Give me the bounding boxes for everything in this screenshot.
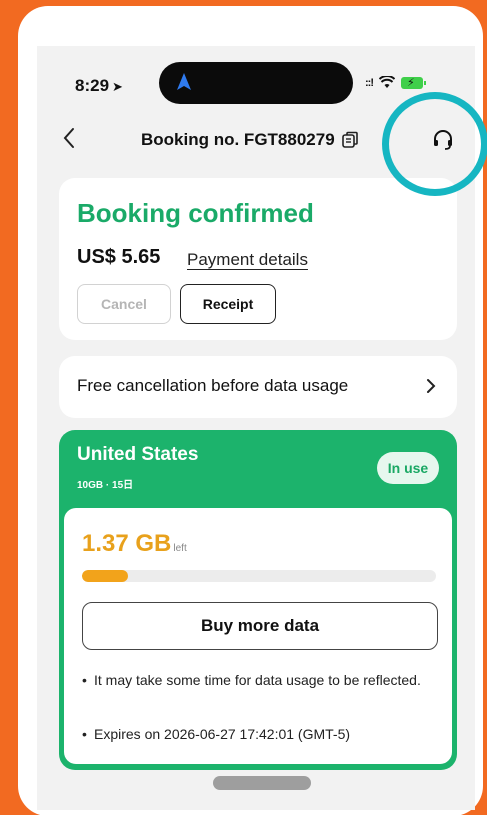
highlight-ring [382, 92, 487, 196]
cancellation-policy-text: Free cancellation before data usage [77, 376, 349, 395]
remaining-data-value: 1.37 GB [82, 530, 172, 557]
location-arrow-icon: ➤ [112, 79, 123, 94]
navigation-icon [177, 73, 191, 90]
status-badge: In use [377, 452, 439, 484]
expiry-note: Expires on 2026-06-27 17:42:01 (GMT-5) [82, 724, 442, 744]
plan-details: 10GB · 15日 [77, 480, 134, 491]
cancel-button[interactable]: Cancel [77, 284, 171, 324]
page-title: Booking no. FGT880279 [141, 130, 335, 149]
home-indicator[interactable] [213, 776, 311, 790]
back-icon[interactable] [61, 126, 77, 150]
status-time: 8:29 ➤ [75, 76, 123, 96]
data-usage-panel: 1.37 GBleft Buy more data It may take so… [64, 508, 452, 764]
wifi-icon [379, 76, 395, 88]
plan-country: United States [77, 444, 199, 465]
payment-details-link[interactable]: Payment details [187, 250, 308, 270]
data-usage-bar-fill [82, 570, 129, 582]
data-usage-bar [82, 570, 436, 582]
header-title-row: Booking no. FGT880279 [141, 130, 359, 150]
price: US$ 5.65 [77, 246, 161, 268]
copy-icon[interactable] [341, 131, 359, 149]
remaining-data-label: left [173, 543, 187, 554]
chevron-right-icon [427, 379, 436, 393]
remaining-data: 1.37 GB left [82, 530, 187, 558]
receipt-button[interactable]: Receipt [180, 284, 276, 324]
data-plan-card: United States 10GB · 15日 In use 1.37 GB l… [59, 430, 457, 770]
status-icons: ::! ⚡ [365, 76, 426, 89]
cellular-signal-icon: ::! [365, 76, 374, 89]
buy-more-data-button[interactable]: Buy more data [82, 602, 438, 650]
time-text: 8:29 [75, 76, 110, 95]
usage-delay-note: It may take some time for data usage to … [82, 670, 442, 690]
booking-status-title: Booking confirmed [77, 198, 314, 228]
dynamic-island [159, 62, 353, 104]
cancellation-policy-row[interactable]: Free cancellation before data usage [59, 356, 457, 418]
booking-status-card: Booking confirmed US$ 5.65 Payment detai… [59, 178, 457, 340]
battery-icon: ⚡ [401, 76, 426, 89]
